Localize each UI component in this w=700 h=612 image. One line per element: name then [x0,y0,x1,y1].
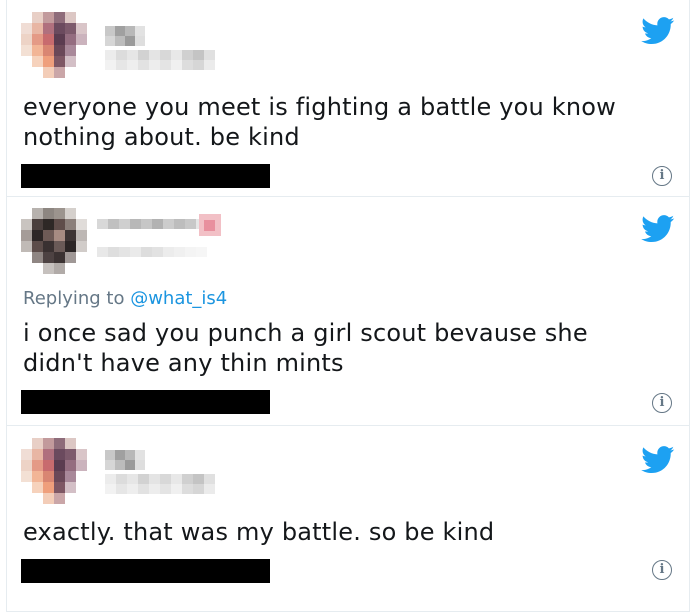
redacted-timestamp [21,164,270,188]
tweet-thread: everyone you meet is fighting a battle y… [0,0,700,612]
display-name[interactable] [105,450,145,470]
info-icon[interactable]: i [652,560,672,580]
emoji [199,214,221,236]
redacted-timestamp [21,390,270,414]
avatar[interactable] [21,438,87,504]
reply-handle-link[interactable]: @what_is4 [130,288,227,309]
avatar[interactable] [21,208,87,274]
username[interactable] [105,50,215,70]
tweet-text: exactly. that was my battle. so be kind [23,518,495,546]
tweet-text: i once sad you punch a girl scout bevaus… [23,319,588,377]
display-name[interactable] [97,219,207,229]
username[interactable] [97,247,207,257]
info-icon[interactable]: i [652,393,672,413]
twitter-bird-icon[interactable] [641,17,675,45]
info-icon[interactable]: i [652,166,672,186]
replying-to: Replying to @what_is4 [23,288,227,309]
avatar[interactable] [21,12,87,78]
tweet-text: everyone you meet is fighting a battle y… [23,93,616,151]
display-name[interactable] [105,26,145,46]
twitter-bird-icon[interactable] [641,446,675,474]
tweet-card[interactable]: Replying to @what_is4 i once sad you pun… [6,197,690,426]
tweet-card[interactable]: everyone you meet is fighting a battle y… [6,0,690,197]
replying-to-label: Replying to [23,288,131,309]
redacted-timestamp [21,559,270,583]
tweet-card[interactable]: exactly. that was my battle. so be kind … [6,426,690,612]
twitter-bird-icon[interactable] [641,215,675,243]
username[interactable] [105,474,215,494]
